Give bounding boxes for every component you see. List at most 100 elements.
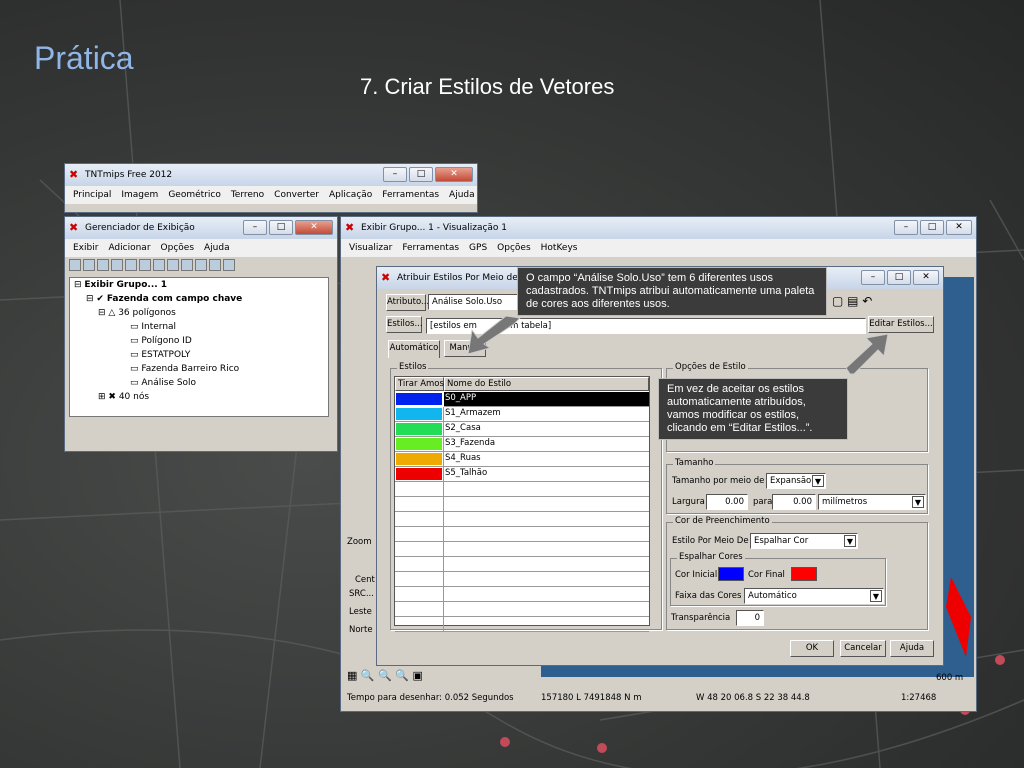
edit-styles-button[interactable]: Editar Estilos... (868, 316, 934, 333)
table-row[interactable] (395, 557, 649, 572)
menu-principal[interactable]: Principal (73, 190, 111, 200)
menu-geometrico[interactable]: Geométrico (168, 190, 221, 200)
maximize-button[interactable]: □ (269, 220, 293, 235)
minimize-button[interactable]: – (861, 270, 885, 285)
size-by-select[interactable]: Expansão ▼ (766, 473, 826, 489)
window-title: Gerenciador de Exibição (85, 223, 195, 233)
menu-ferramentas[interactable]: Ferramentas (382, 190, 439, 200)
layer-icon[interactable] (111, 259, 123, 271)
attribute-field[interactable]: Análise Solo.Uso (428, 294, 522, 310)
tab-automatico[interactable]: Automático (388, 340, 440, 358)
file-icons[interactable]: ▢ ▤ ↶ (832, 294, 872, 308)
legend-icon[interactable] (223, 259, 235, 271)
grid-icon[interactable] (209, 259, 221, 271)
table-row[interactable] (395, 617, 649, 632)
tree-item-layer[interactable]: ⊟ ✔ Fazenda com campo chave (86, 294, 242, 304)
open-icon[interactable] (83, 259, 95, 271)
vector-icon[interactable] (139, 259, 151, 271)
minimize-button[interactable]: – (383, 167, 407, 182)
attribute-button[interactable]: Atributo... (386, 294, 429, 311)
close-button[interactable]: ✕ (435, 167, 473, 182)
table-row[interactable]: S2_Casa (395, 422, 649, 437)
unit-select[interactable]: milímetros ▼ (818, 494, 926, 510)
menu-exibir[interactable]: Exibir (73, 243, 98, 253)
tree-item-fazenda[interactable]: ▭ Fazenda Barreiro Rico (130, 364, 239, 374)
table-row[interactable] (395, 572, 649, 587)
table-row[interactable]: S0_APP (396, 392, 649, 407)
help-button[interactable]: Ajuda (890, 640, 934, 657)
start-color-swatch[interactable] (718, 567, 744, 581)
style-color-swatch[interactable] (396, 423, 442, 435)
table-row[interactable]: S1_Armazem (395, 407, 649, 422)
menu-ajuda[interactable]: Ajuda (204, 243, 230, 253)
ok-button[interactable]: OK (790, 640, 834, 657)
view-window-titlebar[interactable]: ✖ Exibir Grupo... 1 - Visualização 1 – □ ✕ (341, 217, 976, 239)
col-style-name[interactable]: Nome do Estilo (444, 377, 649, 391)
style-color-swatch[interactable] (396, 453, 442, 465)
color-range-select[interactable]: Automático ▼ (744, 588, 884, 604)
table-row[interactable] (395, 587, 649, 602)
menu-terreno[interactable]: Terreno (231, 190, 264, 200)
table-row[interactable] (395, 542, 649, 557)
menu-ferramentas[interactable]: Ferramentas (402, 243, 459, 253)
cad-icon[interactable] (153, 259, 165, 271)
table-row[interactable]: S3_Fazenda (395, 437, 649, 452)
table-row[interactable] (395, 497, 649, 512)
table-row[interactable]: S4_Ruas (395, 452, 649, 467)
style-color-swatch[interactable] (396, 438, 442, 450)
end-color-swatch[interactable] (791, 567, 817, 581)
close-button[interactable]: ✕ (295, 220, 333, 235)
menu-adicionar[interactable]: Adicionar (108, 243, 150, 253)
minimize-button[interactable]: – (894, 220, 918, 235)
save-icon[interactable] (97, 259, 109, 271)
style-color-swatch[interactable] (396, 393, 442, 405)
src-button[interactable]: SRC... (349, 589, 374, 599)
cancel-button[interactable]: Cancelar (840, 640, 886, 657)
styles-button[interactable]: Estilos... (386, 316, 423, 333)
menu-opcoes[interactable]: Opções (161, 243, 194, 253)
style-color-swatch[interactable] (396, 468, 442, 480)
tree-item-nodes[interactable]: ⊞ ✖ 40 nós (98, 392, 149, 402)
tree-item-polygons[interactable]: ⊟ △ 36 polígonos (98, 308, 176, 318)
menu-ajuda[interactable]: Ajuda (449, 190, 475, 200)
minimize-button[interactable]: – (243, 220, 267, 235)
close-button[interactable]: ✕ (913, 270, 939, 285)
raster-icon[interactable] (125, 259, 137, 271)
close-button[interactable]: ✕ (946, 220, 972, 235)
table-row[interactable] (395, 482, 649, 497)
database-icon[interactable] (195, 259, 207, 271)
color-range-label: Faixa das Cores (675, 591, 742, 601)
tree-item-internal[interactable]: ▭ Internal (130, 322, 176, 332)
transparency-field[interactable]: 0 (736, 610, 764, 626)
menu-gps[interactable]: GPS (469, 243, 487, 253)
menu-imagem[interactable]: Imagem (121, 190, 158, 200)
style-color-swatch[interactable] (396, 408, 442, 420)
menu-hotkeys[interactable]: HotKeys (541, 243, 578, 253)
tree-item-group[interactable]: ⊟ Exibir Grupo... 1 (74, 280, 167, 290)
tree-item-polygon-id[interactable]: ▭ Polígono ID (130, 336, 192, 346)
center-label: Cent (355, 575, 375, 585)
fill-by-select[interactable]: Espalhar Cor ▼ (750, 533, 858, 549)
table-row[interactable] (395, 602, 649, 617)
tree-item-analise-solo[interactable]: ▭ Análise Solo (130, 378, 196, 388)
tntmips-titlebar[interactable]: ✖ TNTmips Free 2012 – □ ✕ (65, 164, 477, 186)
menu-visualizar[interactable]: Visualizar (349, 243, 392, 253)
col-tirar-amostra[interactable]: Tirar Amos (395, 377, 444, 391)
display-manager-titlebar[interactable]: ✖ Gerenciador de Exibição – □ ✕ (65, 217, 337, 239)
table-row[interactable] (395, 527, 649, 542)
maximize-button[interactable]: □ (887, 270, 911, 285)
width-max-field[interactable]: 0.00 (772, 494, 816, 510)
zoom-tool-icon[interactable]: ▦ 🔍 🔍 🔍 ▣ (347, 669, 423, 682)
menu-opcoes[interactable]: Opções (497, 243, 530, 253)
maximize-button[interactable]: □ (920, 220, 944, 235)
menu-aplicacao[interactable]: Aplicação (329, 190, 372, 200)
menu-converter[interactable]: Converter (274, 190, 319, 200)
region-icon[interactable] (181, 259, 193, 271)
width-min-field[interactable]: 0.00 (706, 494, 748, 510)
table-row[interactable]: S5_Talhão (395, 467, 649, 482)
maximize-button[interactable]: □ (409, 167, 433, 182)
table-row[interactable] (395, 512, 649, 527)
new-icon[interactable] (69, 259, 81, 271)
tin-icon[interactable] (167, 259, 179, 271)
tree-item-estatpoly[interactable]: ▭ ESTATPOLY (130, 350, 190, 360)
